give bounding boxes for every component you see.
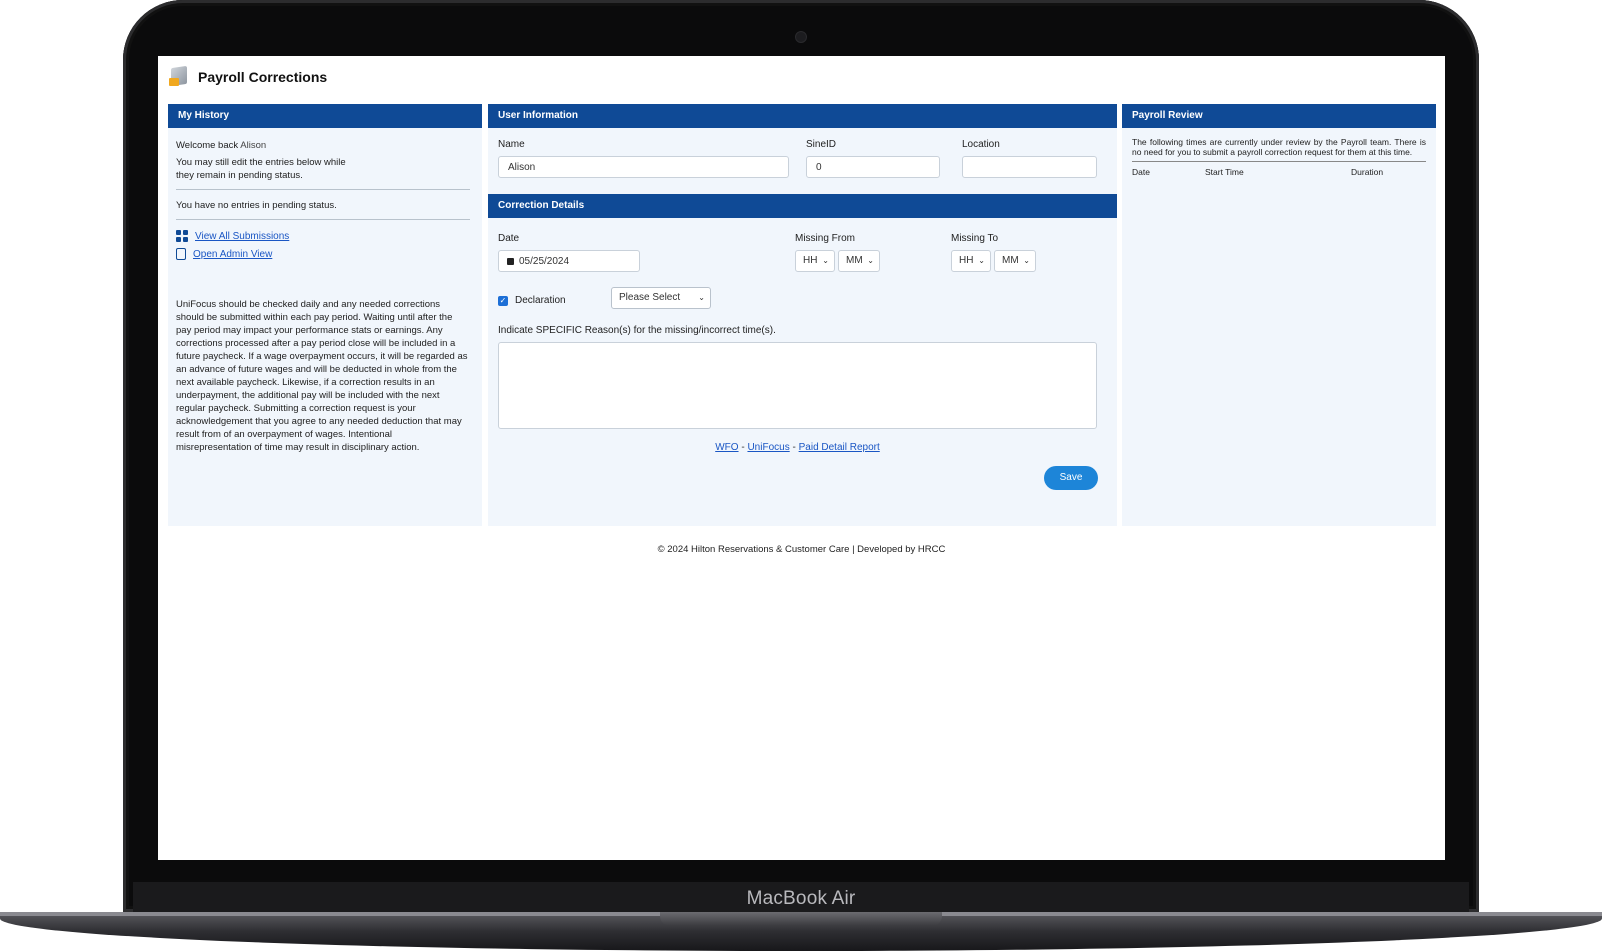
divider [176,219,470,220]
app-header: Payroll Corrections [168,64,327,90]
tablet-icon [176,248,186,260]
name-field[interactable]: Alison [498,156,789,178]
correction-details-header: Correction Details [488,194,1117,218]
laptop-opening-notch [660,912,942,926]
name-label: Name [498,139,525,150]
welcome-prefix: Welcome back [176,140,239,151]
payroll-logo-icon [168,65,190,88]
footer: © 2024 Hilton Reservations & Customer Ca… [657,544,946,555]
declaration-row: ✓ Declaration [498,294,566,307]
user-information-header: User Information [488,104,1117,128]
location-field[interactable] [962,156,1097,178]
wfo-link[interactable]: WFO [715,442,738,453]
missing-from-hour-select[interactable]: HH ⌄ [795,250,835,272]
review-table-header: Date Start Time Duration [1132,167,1426,183]
select-value: Please Select [619,292,681,303]
declaration-label: Declaration [515,295,566,306]
select-value: MM [1002,255,1019,266]
grid-icon [176,230,188,242]
column-header-start-time: Start Time [1205,167,1244,177]
open-admin-view-row[interactable]: Open Admin View [176,248,470,260]
link-separator: - [741,442,745,453]
paid-detail-report-link[interactable]: Paid Detail Report [799,442,880,453]
unifocus-link[interactable]: UniFocus [747,442,789,453]
chevron-down-icon: ⌄ [698,293,705,302]
column-header-date: Date [1132,167,1150,177]
payroll-review-panel: Payroll Review The following times are c… [1122,104,1436,526]
camera-icon [795,31,807,43]
open-admin-view-link[interactable]: Open Admin View [193,249,272,260]
declaration-select[interactable]: Please Select ⌄ [611,287,711,309]
missing-from-label: Missing From [795,233,856,244]
page-title: Payroll Corrections [198,69,328,85]
reason-label: Indicate SPECIFIC Reason(s) for the miss… [498,325,776,336]
edit-note: You may still edit the entries below whi… [176,156,470,182]
my-history-header: My History [168,104,482,128]
chevron-down-icon: ⌄ [978,256,985,265]
divider [176,189,470,190]
date-field[interactable]: 05/25/2024 [498,250,640,272]
date-label: Date [498,233,520,244]
chevron-down-icon: ⌄ [867,256,874,265]
app-screen: Payroll Corrections My History Welcome b… [158,56,1445,860]
date-value: 05/25/2024 [519,256,570,267]
divider [1132,161,1426,162]
external-links: WFO - UniFocus - Paid Detail Report [488,442,1107,453]
column-header-duration: Duration [1351,167,1384,177]
my-history-panel: My History Welcome back Alison You may s… [168,104,482,526]
user-information-panel: User Information Name Alison SineID 0 Lo… [488,104,1117,526]
select-value: MM [846,255,863,266]
missing-to-minute-select[interactable]: MM ⌄ [994,250,1036,272]
welcome-name: Alison [240,140,267,151]
payroll-review-header: Payroll Review [1122,104,1436,128]
device-brand-label: MacBook Air [746,888,856,909]
save-button[interactable]: Save [1044,466,1098,490]
view-all-submissions-row[interactable]: View All Submissions [176,230,470,242]
chevron-down-icon: ⌄ [822,256,829,265]
edit-note-line-1: You may still edit the entries below whi… [176,157,346,168]
select-value: HH [959,255,974,266]
declaration-checkbox[interactable]: ✓ [498,295,508,306]
location-label: Location [962,139,1000,150]
calendar-icon [507,258,514,265]
sineid-field[interactable]: 0 [806,156,940,178]
sineid-label: SineID [806,139,837,150]
edit-note-line-2: they remain in pending status. [176,170,303,181]
payroll-review-note: The following times are currently under … [1132,137,1426,157]
missing-to-hour-select[interactable]: HH ⌄ [951,250,991,272]
no-entries-text: You have no entries in pending status. [176,200,337,211]
reason-textarea[interactable] [498,342,1097,429]
missing-from-minute-select[interactable]: MM ⌄ [838,250,880,272]
welcome-text: Welcome back Alison [176,139,470,152]
missing-to-label: Missing To [951,233,999,244]
link-separator: - [792,442,796,453]
policy-text: UniFocus should be checked daily and any… [176,299,468,453]
view-all-submissions-link[interactable]: View All Submissions [195,231,289,242]
chevron-down-icon: ⌄ [1023,256,1030,265]
select-value: HH [803,255,818,266]
